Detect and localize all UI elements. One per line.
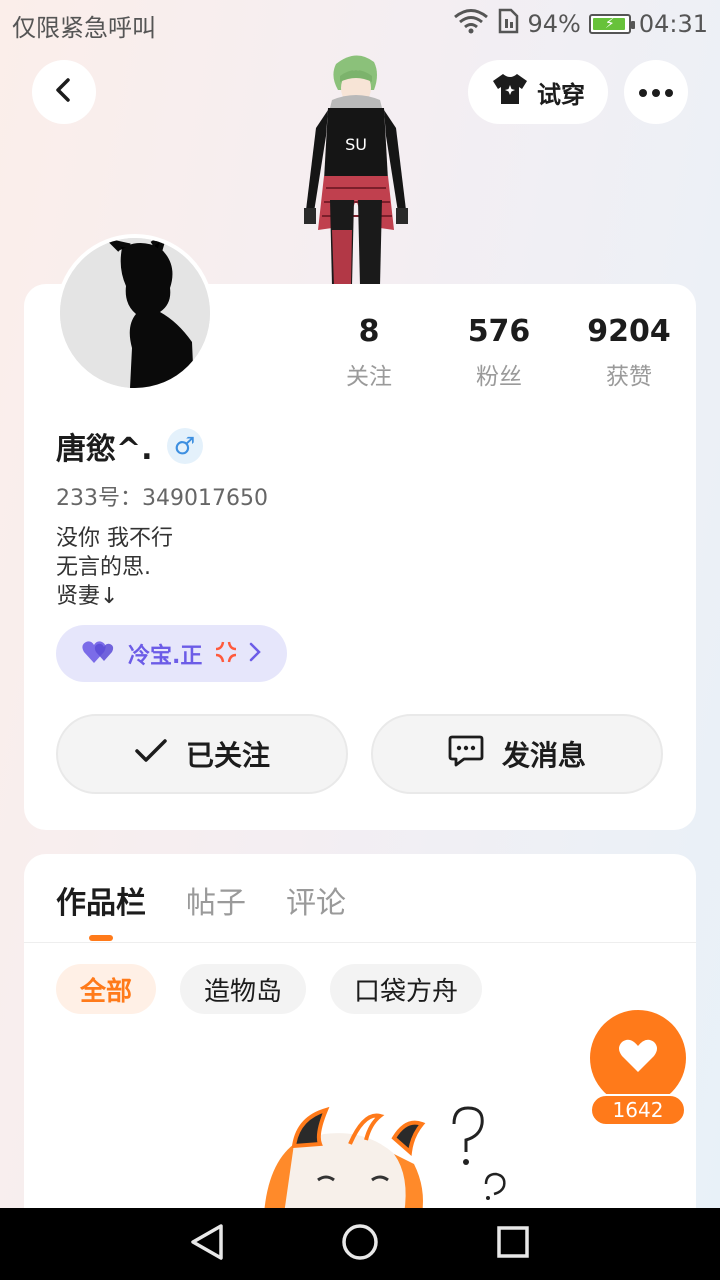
chip-all[interactable]: 全部: [56, 964, 157, 1014]
more-button[interactable]: [624, 60, 688, 124]
tab-works[interactable]: 作品栏: [56, 878, 146, 922]
message-label: 发消息: [501, 739, 586, 772]
stat-likes-label: 获赞: [606, 364, 652, 390]
nav-back-button[interactable]: [177, 1214, 237, 1274]
stat-fans-count: 576: [467, 314, 531, 349]
chevron-left-icon: [50, 76, 78, 108]
male-gender-icon: ♂: [166, 428, 203, 464]
stat-following[interactable]: 8 关注: [304, 314, 434, 391]
profile-tabs: 作品栏 帖子 评论: [56, 878, 346, 922]
cp-relation-pill[interactable]: 冷宝.正: [56, 625, 287, 682]
battery-percent: 94%: [527, 10, 581, 38]
bio: 没你 我不行 无言的思. 贤妻↓: [56, 524, 173, 611]
anger-icon: [214, 640, 238, 668]
tab-indicator: [89, 935, 113, 941]
avatar-3d-figure[interactable]: SU: [296, 50, 416, 286]
tshirt-icon: [491, 72, 529, 112]
chat-bubble-icon: [448, 734, 484, 775]
followed-label: 已关注: [185, 739, 270, 772]
chip-pocket-ark[interactable]: 口袋方舟: [330, 964, 483, 1014]
bio-line: 没你 我不行: [56, 526, 173, 551]
triangle-back-icon: [189, 1222, 225, 1266]
profile-stats: 8 关注 576 粉丝 9204 获赞: [304, 314, 694, 391]
double-heart-icon: [82, 639, 116, 669]
divider: [24, 942, 696, 943]
stat-likes-count: 9204: [587, 314, 671, 349]
tab-comments[interactable]: 评论: [286, 878, 346, 922]
bio-line: 贤妻↓: [56, 584, 119, 609]
filter-chips: 全部 造物岛 口袋方舟: [56, 964, 483, 1014]
message-button[interactable]: 发消息: [371, 714, 663, 794]
username: 唐慾^.: [56, 432, 153, 467]
status-bar: 仅限紧急呼叫 94% ⚡ 04:31: [0, 0, 720, 50]
circle-home-icon: [340, 1222, 380, 1266]
battery-icon: ⚡: [588, 14, 635, 34]
square-recents-icon: [495, 1224, 531, 1264]
stat-following-label: 关注: [346, 364, 392, 390]
user-id: 233号：349017650: [56, 486, 268, 511]
stat-likes[interactable]: 9204 获赞: [564, 314, 694, 391]
more-dots-icon: [638, 83, 674, 102]
sim-icon: [497, 8, 519, 40]
wifi-icon: [453, 8, 489, 40]
like-button[interactable]: [590, 1010, 686, 1106]
chip-creation-island[interactable]: 造物岛: [180, 964, 307, 1014]
chevron-right-icon: [247, 639, 263, 669]
followed-button[interactable]: 已关注: [56, 714, 348, 794]
nav-recents-button[interactable]: [483, 1214, 543, 1274]
username-row: 唐慾^. ♂: [56, 424, 203, 468]
clock: 04:31: [638, 10, 708, 38]
checkmark-icon: [134, 738, 168, 771]
empty-state-illustration: [254, 1104, 514, 1214]
avatar[interactable]: [56, 234, 214, 392]
like-count: 1642: [590, 1094, 686, 1126]
heart-icon: [618, 1038, 658, 1078]
bio-line: 无言的思.: [56, 555, 151, 580]
nav-home-button[interactable]: [330, 1214, 390, 1274]
try-on-label: 试穿: [537, 80, 585, 109]
svg-text:SU: SU: [345, 135, 367, 154]
carrier-text: 仅限紧急呼叫: [12, 14, 156, 42]
try-on-button[interactable]: 试穿: [468, 60, 608, 124]
stat-fans-label: 粉丝: [476, 364, 522, 390]
cp-name: 冷宝.正: [128, 643, 203, 669]
system-nav-bar: [0, 1208, 720, 1280]
stat-fans[interactable]: 576 粉丝: [434, 314, 564, 391]
tab-posts[interactable]: 帖子: [186, 878, 246, 922]
back-button[interactable]: [32, 60, 96, 124]
stat-following-count: 8: [358, 314, 380, 349]
status-icons: 94% ⚡ 04:31: [453, 8, 708, 40]
